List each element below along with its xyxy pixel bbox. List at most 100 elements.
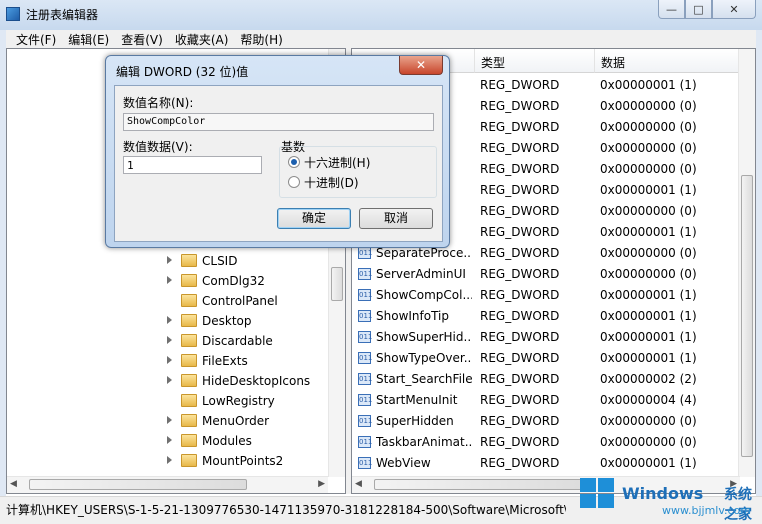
caption-buttons: — □ ✕ (658, 0, 756, 20)
expand-arrow-icon[interactable] (167, 356, 172, 364)
expand-arrow-icon[interactable] (167, 416, 172, 424)
value-row[interactable]: 011 TaskbarAnimat... REG_DWORD 0x00000000 (… (352, 432, 740, 453)
tree-item[interactable]: FileExts (7, 351, 333, 371)
value-type: REG_DWORD (480, 78, 560, 92)
maximize-button[interactable]: □ (685, 0, 712, 19)
tree-item[interactable]: ControlPanel (7, 291, 333, 311)
folder-icon (181, 314, 197, 327)
expand-arrow-icon[interactable] (167, 316, 172, 324)
menu-file[interactable]: 文件(F) (10, 31, 62, 48)
value-row[interactable]: 011 ShowInfoTip REG_DWORD 0x00000001 (1) (352, 306, 740, 327)
column-header-data[interactable]: 数据 (594, 49, 740, 73)
reg-dword-icon: 011 (358, 289, 373, 301)
value-name-field: ShowCompColor (123, 113, 434, 131)
value-data: 0x00000001 (1) (600, 288, 697, 302)
value-row[interactable]: 011 StartMenuInit REG_DWORD 0x00000004 (4) (352, 390, 740, 411)
tree-horizontal-scrollbar[interactable]: ◀ ▶ (7, 476, 328, 493)
tree-item[interactable]: MenuOrder (7, 411, 333, 431)
tree-item-label: MenuOrder (202, 414, 270, 428)
value-name: StartMenuInit (376, 393, 458, 407)
scroll-left-arrow-icon[interactable]: ◀ (355, 479, 362, 489)
watermark-url: www.bjjmlv.com (662, 504, 751, 517)
scroll-thumb[interactable] (29, 479, 247, 490)
scroll-right-arrow-icon[interactable]: ▶ (318, 479, 325, 489)
reg-dword-icon: 011 (358, 331, 373, 343)
scroll-thumb[interactable] (331, 267, 343, 301)
menu-view[interactable]: 查看(V) (115, 31, 169, 48)
expand-arrow-icon[interactable] (167, 456, 172, 464)
value-type: REG_DWORD (480, 351, 560, 365)
dec-radio[interactable] (288, 176, 300, 188)
menu-favorites[interactable]: 收藏夹(A) (169, 31, 235, 48)
base-group: 十六进制(H) 十进制(D) (279, 146, 437, 198)
hex-radio[interactable] (288, 156, 300, 168)
value-data: 0x00000001 (1) (600, 351, 697, 365)
value-data: 0x00000000 (0) (600, 120, 697, 134)
value-row[interactable]: 011 SuperHidden REG_DWORD 0x00000000 (0) (352, 411, 740, 432)
value-data-input[interactable]: 1 (123, 156, 262, 174)
minimize-button[interactable]: — (658, 0, 685, 19)
dialog-title: 编辑 DWORD (32 位)值 (116, 65, 249, 79)
scroll-thumb[interactable] (374, 479, 588, 490)
tree-item[interactable]: Modules (7, 431, 333, 451)
expand-arrow-icon[interactable] (167, 376, 172, 384)
value-row[interactable]: 011 ShowSuperHid... REG_DWORD 0x00000001 (1… (352, 327, 740, 348)
tree-item[interactable]: Desktop (7, 311, 333, 331)
menu-edit[interactable]: 编辑(E) (62, 31, 115, 48)
list-vertical-scrollbar[interactable] (738, 49, 755, 477)
column-header-type[interactable]: 类型 (474, 49, 594, 73)
value-data: 0x00000002 (2) (600, 372, 697, 386)
folder-icon (181, 294, 197, 307)
ok-button[interactable]: 确定 (277, 208, 351, 229)
value-row[interactable]: 011 Start_SearchFiles REG_DWORD 0x00000002 … (352, 369, 740, 390)
value-data: 0x00000000 (0) (600, 141, 697, 155)
value-type: REG_DWORD (480, 435, 560, 449)
value-name: Start_SearchFiles (376, 372, 472, 386)
menu-bar: 文件(F) 编辑(E) 查看(V) 收藏夹(A) 帮助(H) (6, 30, 756, 48)
tree-item[interactable]: LowRegistry (7, 391, 333, 411)
reg-dword-icon: 011 (358, 310, 373, 322)
tree-item[interactable]: Discardable (7, 331, 333, 351)
dec-label[interactable]: 十进制(D) (304, 174, 359, 191)
scroll-left-arrow-icon[interactable]: ◀ (10, 479, 17, 489)
value-type: REG_DWORD (480, 162, 560, 176)
expand-arrow-icon[interactable] (167, 276, 172, 284)
value-type: REG_DWORD (480, 372, 560, 386)
value-type: REG_DWORD (480, 204, 560, 218)
reg-dword-icon: 011 (358, 373, 373, 385)
close-button[interactable]: ✕ (712, 0, 756, 19)
watermark: Windows 系统之家 www.bjjmlv.com (570, 470, 760, 523)
tree-item-label: HideDesktopIcons (202, 374, 311, 388)
cancel-button[interactable]: 取消 (359, 208, 433, 229)
value-name: ShowInfoTip (376, 309, 450, 323)
tree-item[interactable]: ComDlg32 (7, 271, 333, 291)
value-data: 0x00000000 (0) (600, 204, 697, 218)
value-data: 0x00000000 (0) (600, 162, 697, 176)
hex-label[interactable]: 十六进制(H) (304, 154, 370, 171)
folder-icon (181, 454, 197, 467)
edit-dword-dialog: 编辑 DWORD (32 位)值 ✕ 数值名称(N): ShowCompColo… (105, 55, 450, 248)
expand-arrow-icon[interactable] (167, 336, 172, 344)
value-name: SeparateProce... (376, 246, 472, 260)
value-name: WebView (376, 456, 431, 470)
value-row[interactable]: 011 ShowTypeOver... REG_DWORD 0x00000001 (1… (352, 348, 740, 369)
value-type: REG_DWORD (480, 99, 560, 113)
menu-help[interactable]: 帮助(H) (234, 31, 288, 48)
scroll-thumb[interactable] (741, 175, 753, 457)
reg-dword-icon: 011 (358, 352, 373, 364)
tree-item[interactable]: CLSID (7, 251, 333, 271)
value-row[interactable]: 011 ShowCompCol... REG_DWORD 0x00000001 (1) (352, 285, 740, 306)
tree-item[interactable]: HideDesktopIcons (7, 371, 333, 391)
value-type: REG_DWORD (480, 414, 560, 428)
folder-icon (181, 414, 197, 427)
expand-arrow-icon[interactable] (167, 256, 172, 264)
value-name: SuperHidden (376, 414, 454, 428)
dialog-close-button[interactable]: ✕ (399, 56, 443, 75)
value-data-label: 数值数据(V): (123, 140, 193, 154)
expand-arrow-icon[interactable] (167, 436, 172, 444)
folder-icon (181, 254, 197, 267)
value-row[interactable]: 011 ServerAdminUI REG_DWORD 0x00000000 (0) (352, 264, 740, 285)
value-type: REG_DWORD (480, 141, 560, 155)
tree-item[interactable]: MountPoints2 (7, 451, 333, 471)
tree-item-label: Modules (202, 434, 252, 448)
